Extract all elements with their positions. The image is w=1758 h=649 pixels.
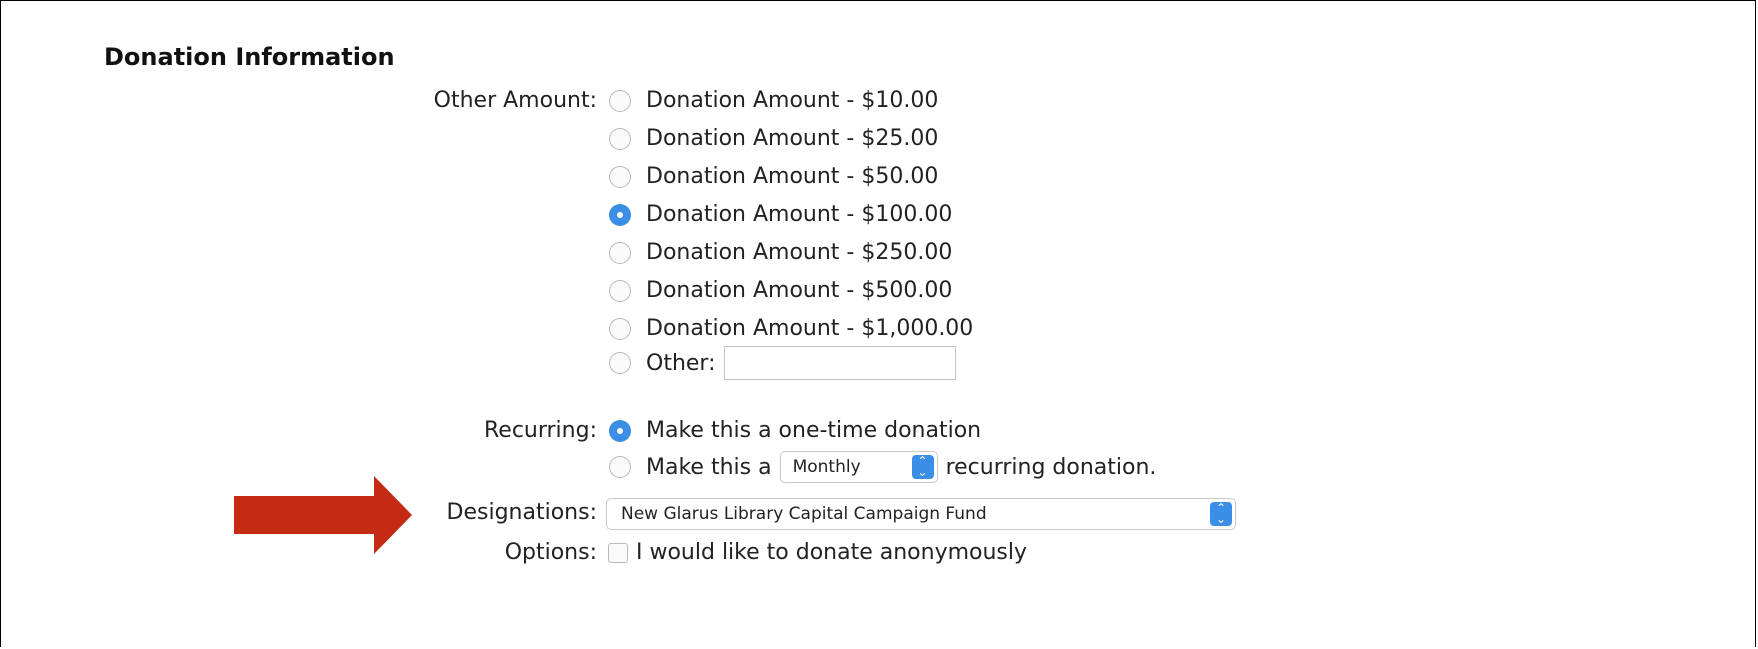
amount-option-100[interactable]: Donation Amount - $100.00 — [609, 202, 952, 227]
right-arrow-icon — [234, 476, 412, 554]
radio-button[interactable] — [609, 317, 631, 340]
amount-option-label: Donation Amount - $250.00 — [646, 240, 953, 265]
amount-option-50[interactable]: Donation Amount - $50.00 — [609, 164, 938, 189]
radio-button[interactable] — [609, 352, 631, 374]
one-time-label: Make this a one-time donation — [646, 418, 982, 443]
recurring-option[interactable]: Make this a Monthly ⌃ ⌄ recurring donatio… — [609, 451, 1156, 483]
frequency-select[interactable]: Monthly ⌃ ⌄ — [779, 451, 938, 483]
amount-option-10[interactable]: Donation Amount - $10.00 — [609, 88, 938, 113]
designations-select[interactable]: New Glarus Library Capital Campaign Fund… — [606, 498, 1236, 530]
anonymous-label: I would like to donate anonymously — [636, 540, 1028, 565]
radio-button-selected[interactable] — [609, 419, 631, 442]
amount-option-250[interactable]: Donation Amount - $250.00 — [609, 240, 952, 265]
amount-option-label: Donation Amount - $25.00 — [646, 126, 939, 151]
radio-button[interactable] — [609, 165, 631, 188]
amount-option-1000[interactable]: Donation Amount - $1,000.00 — [609, 316, 973, 341]
amount-option-other[interactable]: Other: — [609, 346, 956, 380]
up-down-chevron-icon: ⌃ ⌄ — [911, 455, 934, 479]
frequency-select-value: Monthly — [792, 457, 861, 477]
radio-button[interactable] — [609, 241, 631, 264]
other-amount-option-label: Other: — [646, 350, 716, 376]
radio-button[interactable] — [609, 127, 631, 150]
amount-option-label: Donation Amount - $500.00 — [646, 278, 953, 303]
amount-option-label: Donation Amount - $1,000.00 — [646, 316, 974, 341]
amount-option-label: Donation Amount - $100.00 — [646, 202, 953, 227]
section-title: Donation Information — [104, 43, 395, 71]
designations-select-value: New Glarus Library Capital Campaign Fund — [621, 504, 987, 524]
radio-button[interactable] — [609, 89, 631, 112]
recurring-label: Recurring: — [483, 418, 597, 443]
up-down-chevron-icon: ⌃ ⌄ — [1210, 502, 1232, 526]
recurring-prefix-label: Make this a — [646, 454, 772, 480]
anonymous-checkbox[interactable] — [608, 542, 628, 563]
amount-option-25[interactable]: Donation Amount - $25.00 — [609, 126, 938, 151]
radio-button-selected[interactable] — [609, 203, 631, 226]
other-amount-input[interactable] — [723, 346, 956, 380]
anonymous-option[interactable]: I would like to donate anonymously — [608, 540, 1027, 565]
radio-button[interactable] — [609, 279, 631, 302]
designations-label: Designations: — [446, 500, 597, 525]
amount-option-label: Donation Amount - $10.00 — [646, 88, 939, 113]
recurring-suffix-label: recurring donation. — [945, 454, 1157, 480]
other-amount-label: Other Amount: — [433, 88, 597, 113]
one-time-option[interactable]: Make this a one-time donation — [609, 418, 981, 443]
radio-button[interactable] — [609, 456, 631, 478]
amount-option-label: Donation Amount - $50.00 — [646, 164, 939, 189]
options-label: Options: — [504, 540, 597, 565]
amount-option-500[interactable]: Donation Amount - $500.00 — [609, 278, 952, 303]
